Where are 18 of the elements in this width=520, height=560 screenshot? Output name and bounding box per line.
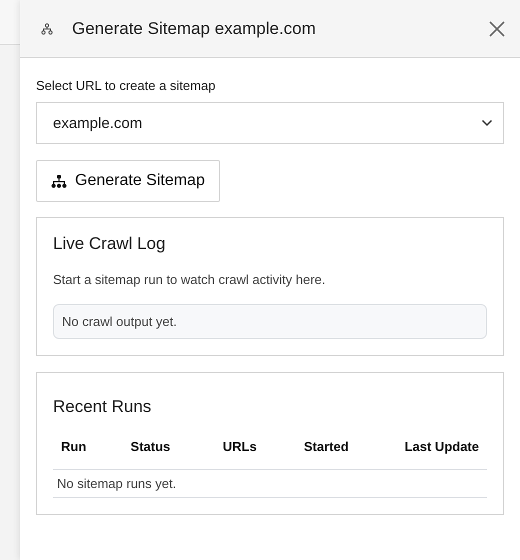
generate-button[interactable]: Generate Sitemap <box>36 160 220 202</box>
card-description: Start a sitemap run to watch crawl activity here. <box>53 272 326 287</box>
column-header: Started <box>296 439 397 470</box>
column-header: Run <box>53 439 123 470</box>
column-header: URLs <box>214 439 296 470</box>
empty-message: No sitemap runs yet. <box>53 470 487 498</box>
chevron-icon <box>481 119 493 127</box>
panel-title: Generate Sitemap example.com <box>72 18 317 38</box>
close-icon[interactable] <box>488 20 506 38</box>
field-label: Select URL to create a sitemap <box>36 78 216 93</box>
log-output: No crawl output yet. <box>53 304 487 339</box>
card-title: Recent Runs <box>53 397 152 417</box>
column-header: Last Update <box>396 439 487 470</box>
column-header: Status <box>122 439 215 470</box>
sitemap-icon <box>51 174 67 188</box>
url-select[interactable]: example.com <box>36 102 504 144</box>
card-title: Live Crawl Log <box>53 234 166 254</box>
sitemap-icon <box>41 22 53 34</box>
